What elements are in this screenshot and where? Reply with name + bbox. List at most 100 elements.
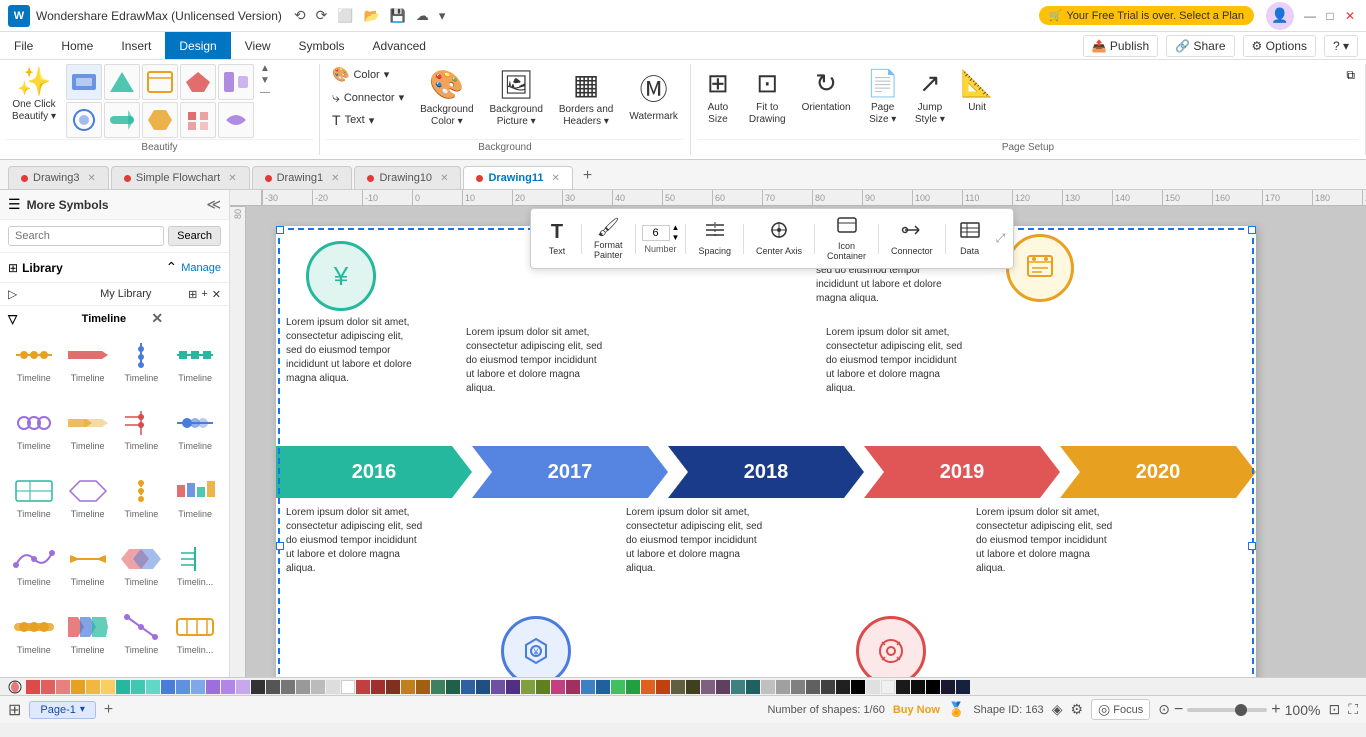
circle-icon-blue[interactable]: ¥: [501, 616, 571, 677]
shape-10[interactable]: [218, 102, 254, 138]
circle-below-2019[interactable]: [856, 616, 926, 677]
zoom-handle[interactable]: [1235, 704, 1247, 716]
connector-btn[interactable]: ⤷ Connector ▾: [326, 87, 410, 108]
timeline-shape-18[interactable]: Timeline: [62, 607, 114, 673]
swatch-53[interactable]: [806, 680, 820, 694]
shape-5[interactable]: [218, 64, 254, 100]
timeline-shape-12[interactable]: Timeline: [169, 471, 221, 537]
swatch-39[interactable]: [596, 680, 610, 694]
swatch-49[interactable]: [746, 680, 760, 694]
add-lib-btn[interactable]: ⊞: [188, 288, 197, 301]
swatch-32[interactable]: [491, 680, 505, 694]
arrow-2018[interactable]: 2018: [668, 446, 864, 498]
swatch-41[interactable]: [626, 680, 640, 694]
swatch-25[interactable]: [386, 680, 400, 694]
orientation-btn[interactable]: ↻ Orientation: [796, 64, 857, 118]
menu-view[interactable]: View: [231, 32, 285, 59]
ft-connector-btn[interactable]: Connector: [885, 218, 939, 259]
jump-style-btn[interactable]: ↗ JumpStyle ▾: [909, 64, 951, 130]
menu-insert[interactable]: Insert: [107, 32, 165, 59]
swatch-24[interactable]: [371, 680, 385, 694]
tab-drawing10[interactable]: Drawing10 ✕: [354, 166, 461, 189]
tab-drawing1[interactable]: Drawing1 ✕: [252, 166, 353, 189]
swatch-dark-1[interactable]: [941, 680, 955, 694]
tab-close-1[interactable]: ✕: [87, 173, 95, 184]
shape-6[interactable]: [66, 102, 102, 138]
shape-4[interactable]: [180, 64, 216, 100]
swatch-57[interactable]: [866, 680, 880, 694]
swatch-55[interactable]: [836, 680, 850, 694]
swatch-31[interactable]: [476, 680, 490, 694]
tab-close-2[interactable]: ✕: [228, 173, 236, 184]
zoom-history-btn[interactable]: ⊙: [1158, 701, 1170, 718]
swatch-14[interactable]: [221, 680, 235, 694]
minimize-btn[interactable]: —: [1302, 8, 1318, 24]
swatch-11[interactable]: [176, 680, 190, 694]
swatch-27[interactable]: [416, 680, 430, 694]
undo-btn[interactable]: ⟲: [290, 5, 310, 26]
auto-size-btn[interactable]: ⊞ AutoSize: [697, 64, 739, 130]
arrow-2017[interactable]: 2017: [472, 446, 668, 498]
arrow-2020[interactable]: 2020: [1060, 446, 1256, 498]
swatch-52[interactable]: [791, 680, 805, 694]
timeline-shape-17[interactable]: Timeline: [8, 607, 60, 673]
swatch-51[interactable]: [776, 680, 790, 694]
swatch-26[interactable]: [401, 680, 415, 694]
ft-number-input[interactable]: [642, 225, 670, 241]
one-click-beautify-btn[interactable]: ✨ One ClickBeautify ▾: [6, 64, 62, 127]
circle-icon-yellow[interactable]: [1006, 234, 1074, 302]
canvas-area[interactable]: -30 -20 -10 0 10 20 30 40 50 60 70 80 90…: [230, 190, 1366, 677]
swatch-black-1[interactable]: [896, 680, 910, 694]
scroll-down[interactable]: ▼: [260, 76, 270, 86]
options-btn[interactable]: ⚙ Options: [1243, 35, 1316, 57]
ft-format-painter-btn[interactable]: 🖌 FormatPainter: [588, 214, 629, 263]
timeline-shape-8[interactable]: Timeline: [169, 403, 221, 469]
tab-drawing3[interactable]: Drawing3 ✕: [8, 166, 109, 189]
shape-9[interactable]: [180, 102, 216, 138]
remove-lib-btn[interactable]: ✕: [212, 288, 221, 301]
timeline-shape-3[interactable]: Timeline: [116, 335, 168, 401]
shape-3[interactable]: [142, 64, 178, 100]
fullscreen-btn[interactable]: ⛶: [1348, 701, 1358, 718]
swatch-48[interactable]: [731, 680, 745, 694]
timeline-shape-7[interactable]: Timeline: [116, 403, 168, 469]
swatch-15[interactable]: [236, 680, 250, 694]
swatch-58[interactable]: [881, 680, 895, 694]
search-btn[interactable]: Search: [168, 226, 221, 246]
swatch-36[interactable]: [551, 680, 565, 694]
timeline-shape-20[interactable]: Timelin...: [169, 607, 221, 673]
ft-expand-btn[interactable]: ⤢: [996, 231, 1006, 246]
bg-picture-btn[interactable]: 🖼 BackgroundPicture ▾: [484, 64, 549, 132]
tab-drawing11[interactable]: Drawing11 ✕: [463, 166, 572, 189]
swatch-2[interactable]: [41, 680, 55, 694]
tab-close-3[interactable]: ✕: [331, 173, 339, 184]
resize-handle-tr[interactable]: [1248, 226, 1256, 234]
circle-icon-teal[interactable]: ¥: [306, 241, 376, 311]
timeline-shape-16[interactable]: Timelin...: [169, 539, 221, 605]
swatch-18[interactable]: [281, 680, 295, 694]
text-btn[interactable]: T Text ▾: [326, 110, 410, 130]
swatch-23[interactable]: [356, 680, 370, 694]
shape-1[interactable]: [66, 64, 102, 100]
timeline-shape-2[interactable]: Timeline: [62, 335, 114, 401]
add-page-btn[interactable]: +: [104, 701, 113, 719]
ft-number-down[interactable]: ▼: [672, 233, 680, 243]
circle-above-2016[interactable]: ¥: [306, 241, 376, 311]
open-btn[interactable]: 📂: [360, 6, 384, 26]
fit-drawing-btn[interactable]: ⊡ Fit toDrawing: [743, 64, 792, 130]
menu-home[interactable]: Home: [47, 32, 107, 59]
add-tab-btn[interactable]: +: [575, 163, 600, 189]
publish-btn[interactable]: 📤 Publish: [1083, 35, 1159, 57]
swatch-44[interactable]: [671, 680, 685, 694]
timeline-shape-19[interactable]: Timeline: [116, 607, 168, 673]
ft-center-axis-btn[interactable]: Center Axis: [750, 218, 808, 259]
menu-design[interactable]: Design: [165, 32, 230, 59]
scroll-more[interactable]: —: [260, 88, 270, 98]
ft-data-btn[interactable]: Data: [952, 218, 988, 259]
timeline-shape-13[interactable]: Timeline: [8, 539, 60, 605]
swatch-40[interactable]: [611, 680, 625, 694]
help-btn[interactable]: ? ▾: [1324, 35, 1358, 57]
avatar[interactable]: 👤: [1266, 2, 1294, 30]
zoom-out-btn[interactable]: −: [1174, 701, 1183, 719]
timeline-shape-9[interactable]: Timeline: [8, 471, 60, 537]
